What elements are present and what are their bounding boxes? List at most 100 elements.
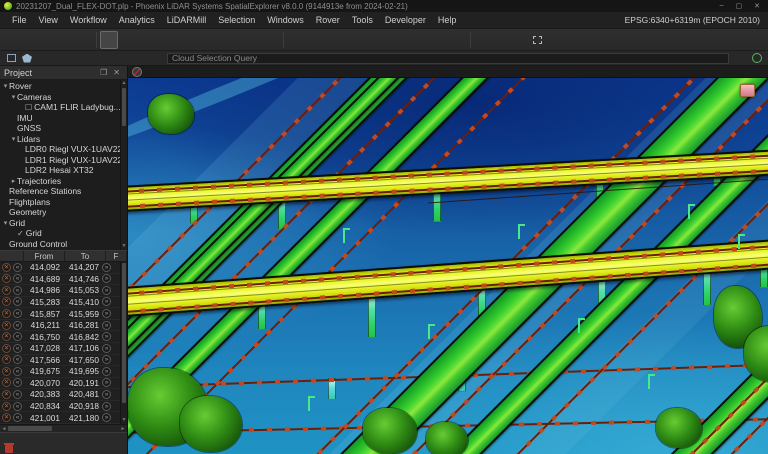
tree-item[interactable]: ▾ Cameras [0,92,127,103]
jump-end-icon[interactable]: » [102,309,111,318]
add-widget-icon[interactable] [492,31,510,49]
jump-start-icon[interactable]: « [13,263,22,272]
viewport-blue-icon[interactable] [734,66,748,77]
tree-item[interactable]: Geometry [0,207,127,218]
lighting-icon[interactable] [244,31,262,49]
jump-end-icon[interactable]: » [102,355,111,364]
tree-item[interactable]: GNSS [0,123,127,134]
jump-end-icon[interactable]: » [102,321,111,330]
scan-search-icon[interactable] [323,31,341,49]
rect-select-icon[interactable] [3,52,19,65]
menu-item-workflow[interactable]: Workflow [64,14,113,26]
orbit-tool-icon[interactable] [100,31,118,49]
range-row[interactable]: ✕ « 416,211 416,281 » [0,320,127,332]
open-project-icon[interactable] [3,31,21,49]
disable-range-icon[interactable]: ✕ [2,274,11,283]
disable-range-icon[interactable]: ✕ [2,355,11,364]
menu-item-lidarmill[interactable]: LiDARMill [161,14,213,26]
tree-item[interactable]: LDR2 Hesai XT32 [0,165,127,176]
jump-end-icon[interactable]: » [102,413,111,422]
horizontal-scrollbar[interactable]: ◄ ► [0,424,127,432]
range-row[interactable]: ✕ « 420,070 420,191 » [0,378,127,390]
nav-cube-icon[interactable] [702,66,716,77]
jump-end-icon[interactable]: » [102,402,111,411]
view-cube-icon[interactable] [118,31,136,49]
tree-scroll-thumb[interactable] [122,88,126,126]
jump-end-icon[interactable]: » [102,344,111,353]
tree-item[interactable]: Images [0,249,127,250]
trajectory-list-icon[interactable] [305,31,323,49]
apply-query-icon[interactable] [749,52,765,65]
menu-item-file[interactable]: File [6,14,33,26]
clear-selection-icon[interactable] [131,52,147,65]
camera-orbit-icon[interactable] [377,31,395,49]
select-tool-icon[interactable] [208,31,226,49]
tree-item[interactable]: Ground Control [0,239,127,250]
disable-range-icon[interactable]: ✕ [2,378,11,387]
range-row[interactable]: ✕ « 421,001 421,180 » [0,412,127,424]
maximize-button[interactable]: ▢ [736,2,743,10]
tree-item[interactable]: LDR0 Riegl VUX-1UAV22 [0,144,127,155]
range-row[interactable]: ✕ « 415,283 415,410 » [0,297,127,309]
jump-start-icon[interactable]: « [13,378,22,387]
range-row[interactable]: ✕ « 420,383 420,481 » [0,389,127,401]
close-button[interactable]: ✕ [754,2,760,10]
query-history-icon[interactable] [733,52,749,65]
disable-range-icon[interactable]: ✕ [2,344,11,353]
jump-end-icon[interactable]: » [102,274,111,283]
range-row[interactable]: ✕ « 415,857 415,959 » [0,308,127,320]
tree-item[interactable]: Reference Stations [0,186,127,197]
zoom-out-icon[interactable] [154,31,172,49]
sync-icon[interactable] [18,433,33,445]
swap-selection-icon[interactable] [99,52,115,65]
menu-item-windows[interactable]: Windows [261,14,310,26]
jump-start-icon[interactable]: « [13,367,22,376]
jump-start-icon[interactable]: « [13,309,22,318]
tree-item[interactable]: ✓ Grid [0,228,127,239]
range-row[interactable]: ✕ « 420,834 420,918 » [0,401,127,413]
jump-start-icon[interactable]: « [13,297,22,306]
export-chart-icon[interactable] [34,433,49,445]
range-row[interactable]: ✕ « 414,986 415,053 » [0,285,127,297]
range-row[interactable]: ✕ « 414,092 414,207 » [0,262,127,274]
jump-end-icon[interactable]: » [102,378,111,387]
disable-range-icon[interactable]: ✕ [2,390,11,399]
close-panel-icon[interactable]: ✕ [110,68,123,77]
selection-bounds-icon[interactable] [528,31,546,49]
gimbal-antenna-icon[interactable] [413,31,431,49]
tree-item[interactable]: ☐ CAM1 FLIR Ladybug... [0,102,127,113]
disable-range-icon[interactable]: ✕ [2,263,11,272]
checkbox-icon[interactable]: ✓ [17,229,24,238]
tree-item[interactable]: ▾ Grid [0,218,127,229]
checkbox-icon[interactable]: ☐ [25,103,32,112]
jump-start-icon[interactable]: « [13,286,22,295]
expander-icon[interactable]: ▾ [10,93,17,101]
extend-right-icon[interactable] [83,52,99,65]
jump-start-icon[interactable]: « [13,344,22,353]
range-row[interactable]: ✕ « 417,566 417,650 » [0,355,127,367]
save-icon[interactable] [21,31,39,49]
range-row[interactable]: ✕ « 419,675 419,695 » [0,366,127,378]
range-row[interactable]: ✕ « 414,689 414,746 » [0,274,127,286]
jump-end-icon[interactable]: » [102,297,111,306]
tree-scroll-up-icon[interactable]: ▲ [121,80,127,87]
edit-document-icon[interactable] [431,31,449,49]
disable-range-icon[interactable]: ✕ [2,321,11,330]
expander-icon[interactable]: ▾ [10,135,17,143]
hscroll-thumb[interactable] [8,426,52,431]
float-panel-icon[interactable]: ❐ [97,68,110,77]
jump-end-icon[interactable]: » [102,286,111,295]
table-scrollbar[interactable]: ▼ [120,262,127,424]
viewport-orange-icon[interactable] [750,66,764,77]
tree-scrollbar[interactable]: ▲ ▼ [120,80,127,250]
globe-view-icon[interactable] [226,31,244,49]
filter-icon[interactable] [474,31,492,49]
fit-view-icon[interactable] [190,31,208,49]
tree-item[interactable]: IMU [0,113,127,124]
move-axes-icon[interactable] [686,66,700,77]
jump-end-icon[interactable]: » [102,367,111,376]
jump-start-icon[interactable]: « [13,332,22,341]
save-as-icon[interactable] [39,31,57,49]
add-entry-icon[interactable] [98,433,113,445]
disable-range-icon[interactable]: ✕ [2,332,11,341]
